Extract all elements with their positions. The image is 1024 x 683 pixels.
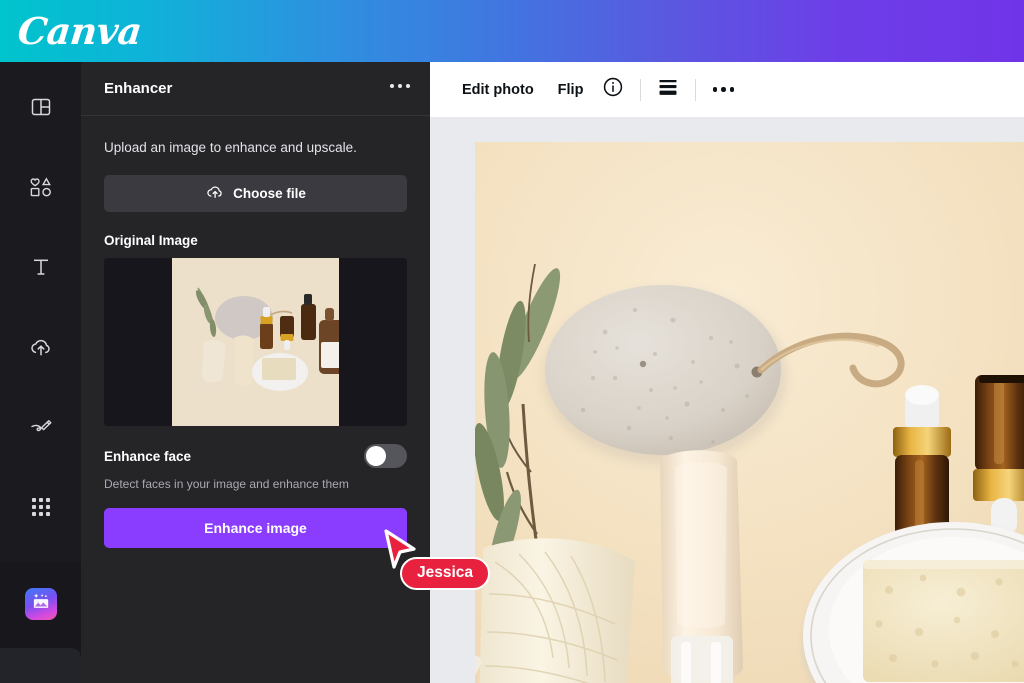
cloud-upload-icon (28, 335, 54, 359)
more-options-button[interactable] (705, 73, 741, 106)
toggle-knob (366, 446, 386, 466)
enhance-face-label: Enhance face (104, 444, 407, 470)
sidebar-item-elements[interactable] (0, 162, 81, 212)
flip-button[interactable]: Flip (546, 73, 596, 106)
sidebar-item-text[interactable] (0, 242, 81, 292)
sidebar-item-design[interactable] (0, 82, 81, 132)
toolbar-divider (695, 79, 696, 101)
rail-bottom-card (0, 648, 81, 683)
original-image-thumbnail[interactable] (104, 258, 407, 426)
sidebar-item-uploads[interactable] (0, 322, 81, 372)
panel-header: Enhancer (81, 62, 430, 116)
choose-file-label: Choose file (233, 186, 306, 201)
panel-more-button[interactable] (390, 84, 410, 88)
canvas-photo[interactable] (475, 142, 1024, 683)
sidebar-item-enhancer-app[interactable] (25, 588, 57, 620)
enhance-face-toggle[interactable] (364, 444, 407, 468)
edit-photo-button[interactable]: Edit photo (450, 73, 546, 106)
top-brand-bar: Canva (0, 0, 1024, 62)
photo-toolbar: Edit photo Flip (430, 62, 1024, 117)
panel-hint-text: Upload an image to enhance and upscale. (104, 139, 407, 157)
more-horizontal-icon (713, 87, 735, 92)
toolbar-divider (640, 79, 641, 101)
canva-logo[interactable]: Canva (16, 9, 144, 53)
enhance-face-row: Enhance face (104, 444, 407, 470)
panel-body: Upload an image to enhance and upscale. … (81, 139, 430, 548)
layout-icon (29, 95, 53, 119)
grid-apps-icon (30, 496, 52, 518)
cloud-upload-icon (205, 183, 224, 204)
canva-editor-window: Canva (0, 0, 1024, 683)
shapes-icon (28, 175, 54, 199)
original-image-label: Original Image (104, 233, 407, 248)
text-icon (29, 255, 53, 279)
sidebar-item-draw[interactable] (0, 402, 81, 452)
choose-file-button[interactable]: Choose file (104, 175, 407, 212)
thumbnail-photo (172, 258, 339, 426)
position-button[interactable] (650, 73, 686, 106)
position-bars-icon (656, 77, 680, 102)
collaborator-name-label: Jessica (400, 557, 490, 590)
pen-icon (28, 415, 54, 439)
photo-editor-area: Edit photo Flip (430, 62, 1024, 683)
editor-canvas[interactable] (430, 117, 1024, 683)
sidebar-item-apps[interactable] (0, 482, 81, 532)
left-icon-rail (0, 62, 81, 562)
info-circle-icon (602, 76, 624, 103)
panel-title: Enhancer (104, 80, 172, 97)
photo-sparkle-icon (31, 591, 52, 617)
info-button[interactable] (595, 73, 631, 106)
enhance-image-button[interactable]: Enhance image (104, 508, 407, 548)
enhancer-panel: Enhancer Upload an image to enhance and … (81, 62, 430, 683)
enhance-face-description: Detect faces in your image and enhance t… (104, 476, 407, 492)
